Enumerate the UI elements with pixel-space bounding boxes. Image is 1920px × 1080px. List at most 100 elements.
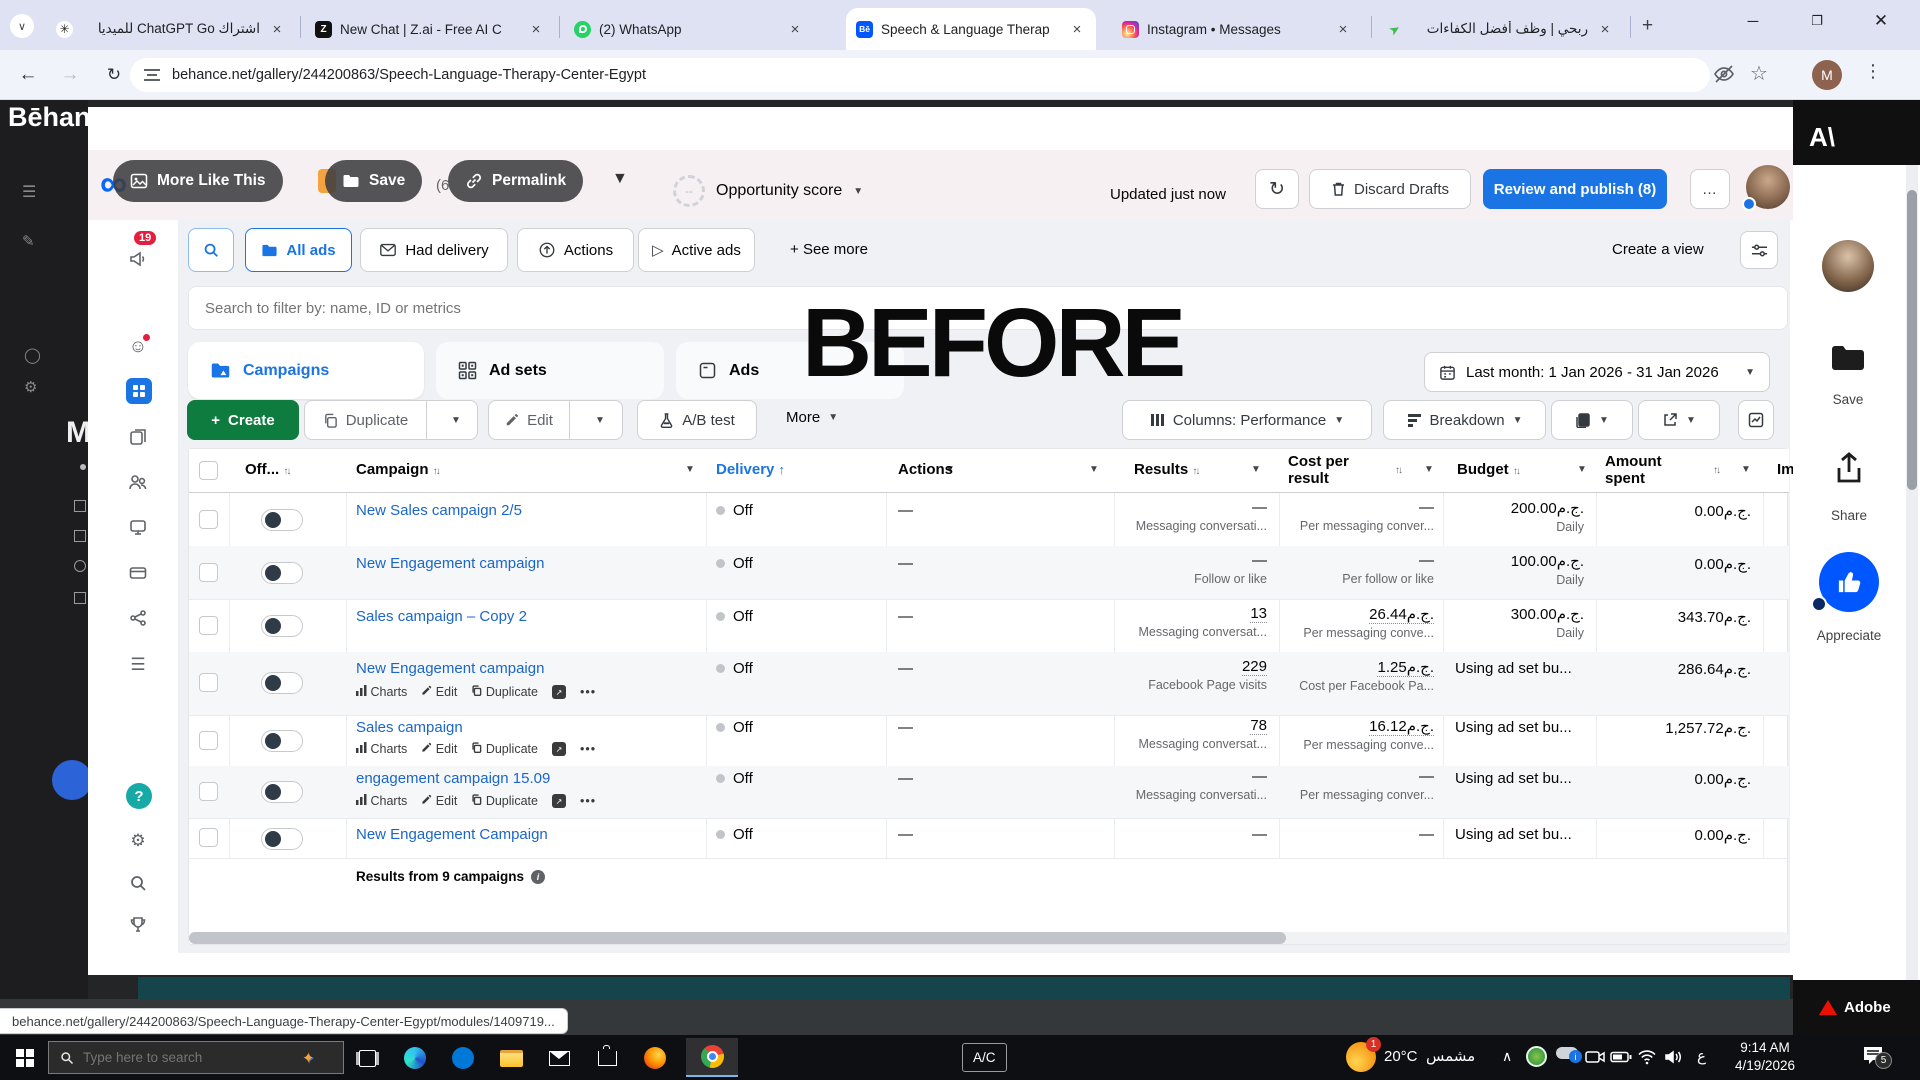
charts-panel-button[interactable] bbox=[1738, 400, 1774, 440]
optimizations-trophy-icon[interactable] bbox=[126, 913, 150, 937]
duplicate-action[interactable]: Duplicate bbox=[471, 685, 538, 699]
search-nav-icon[interactable] bbox=[126, 871, 150, 895]
campaign-filter-icon[interactable]: ▼ bbox=[685, 464, 695, 475]
col-budget[interactable]: Budget ↑↓ bbox=[1457, 461, 1519, 478]
date-range-picker[interactable]: Last month: 1 Jan 2026 - 31 Jan 2026 ▼ bbox=[1424, 352, 1770, 392]
col-actions[interactable]: Actions bbox=[898, 461, 953, 478]
account-quality-smiley-icon[interactable]: ☺ bbox=[126, 334, 150, 358]
col-cost-per-result[interactable]: Cost perresult bbox=[1288, 453, 1349, 487]
edit-action[interactable]: Edit bbox=[421, 685, 457, 699]
table-row[interactable]: Sales campaign Charts Edit Duplicate ↗ •… bbox=[189, 715, 1789, 766]
cortana-icon[interactable] bbox=[448, 1043, 478, 1073]
tab-close-icon[interactable]: × bbox=[268, 21, 286, 38]
notification-center-icon[interactable]: 5 bbox=[1862, 1045, 1884, 1065]
edit-action[interactable]: Edit bbox=[421, 794, 457, 808]
col-impressions[interactable]: Im bbox=[1777, 461, 1793, 478]
tab-close-icon[interactable]: × bbox=[1068, 21, 1086, 38]
browser-tab-zai[interactable]: Z New Chat | Z.ai - Free AI C × bbox=[305, 8, 555, 50]
table-row[interactable]: New Engagement Campaign Off — — — Using … bbox=[189, 818, 1789, 858]
antivirus-tray-icon[interactable] bbox=[1526, 1046, 1547, 1067]
weather-desc[interactable]: مشمس bbox=[1426, 1047, 1475, 1065]
review-publish-button[interactable]: Review and publish (8) bbox=[1483, 169, 1667, 209]
campaign-toggle[interactable] bbox=[261, 562, 303, 584]
more-menu-button[interactable]: More▼ bbox=[786, 409, 838, 426]
back-icon[interactable]: ← bbox=[14, 61, 42, 89]
edit-action[interactable]: Edit bbox=[421, 742, 457, 756]
campaign-name-link[interactable]: New Engagement campaign bbox=[356, 555, 544, 572]
row-hover-actions[interactable]: Charts Edit Duplicate ↗ ••• bbox=[356, 742, 596, 756]
edit-split-button[interactable]: Edit ▼ bbox=[488, 400, 623, 440]
col-amount-spent[interactable]: Amountspent bbox=[1605, 453, 1662, 487]
campaign-name-link[interactable]: Sales campaign bbox=[356, 719, 463, 736]
notifications-horn-icon[interactable] bbox=[126, 247, 150, 271]
col-delivery[interactable]: Delivery ↑ bbox=[716, 461, 785, 478]
tab-campaigns[interactable]: Campaigns bbox=[188, 342, 424, 399]
more-options-button[interactable]: … bbox=[1690, 169, 1730, 209]
task-view-button[interactable] bbox=[352, 1043, 382, 1073]
tray-expand-icon[interactable]: ∧ bbox=[1502, 1048, 1512, 1065]
site-info-icon[interactable] bbox=[144, 69, 160, 81]
row-more-icon[interactable]: ••• bbox=[580, 685, 596, 699]
browser-tab-chatgpt[interactable]: ✳ اشتراك ChatGPT Go للميديا × bbox=[46, 8, 296, 50]
window-close-button[interactable]: ✕ bbox=[1858, 0, 1904, 42]
campaign-name-link[interactable]: engagement campaign 15.09 bbox=[356, 770, 550, 787]
export-button[interactable]: ▼ bbox=[1638, 400, 1720, 440]
campaign-toggle[interactable] bbox=[261, 730, 303, 752]
row-more-icon[interactable]: ••• bbox=[580, 794, 596, 808]
weather-temp[interactable]: 20°C bbox=[1384, 1048, 1418, 1065]
campaign-toggle[interactable] bbox=[261, 615, 303, 637]
row-checkbox[interactable] bbox=[199, 782, 218, 801]
duplicate-dropdown-icon[interactable]: ▼ bbox=[435, 415, 477, 426]
amount-filter-icon[interactable]: ▼ bbox=[1741, 464, 1751, 475]
tab-close-icon[interactable]: × bbox=[786, 21, 804, 38]
billing-card-icon[interactable] bbox=[126, 561, 150, 585]
breakdown-button[interactable]: Breakdown ▼ bbox=[1383, 400, 1546, 440]
eye-off-icon[interactable] bbox=[1712, 62, 1736, 86]
chrome-menu-icon[interactable]: ⋮ bbox=[1864, 61, 1882, 82]
amount-sort-icon[interactable]: ↑↓ bbox=[1713, 465, 1719, 476]
filter-had-delivery[interactable]: Had delivery bbox=[360, 228, 508, 272]
create-a-view[interactable]: Create a view bbox=[1612, 241, 1704, 258]
campaign-toggle[interactable] bbox=[261, 509, 303, 531]
browser-scrollbar[interactable] bbox=[1906, 165, 1918, 980]
create-button[interactable]: +Create bbox=[187, 400, 299, 440]
save-project-button[interactable] bbox=[1830, 342, 1866, 374]
clock[interactable]: 9:14 AM 4/19/2026 bbox=[1726, 1039, 1804, 1075]
edit-dropdown-icon[interactable]: ▼ bbox=[578, 415, 622, 426]
window-minimize-button[interactable]: ─ bbox=[1730, 0, 1776, 42]
events-manager-icon[interactable] bbox=[126, 606, 150, 630]
filter-active-ads[interactable]: ▷ Active ads bbox=[638, 228, 755, 272]
table-row[interactable]: Sales campaign – Copy 2 Off — 13Messagin… bbox=[189, 599, 1789, 652]
campaigns-nav-icon[interactable] bbox=[126, 378, 152, 404]
settings-gear-icon[interactable]: ⚙ bbox=[126, 829, 150, 853]
bookmark-star-icon[interactable]: ☆ bbox=[1750, 61, 1768, 86]
duplicate-action[interactable]: Duplicate bbox=[471, 794, 538, 808]
new-tab-button[interactable]: + bbox=[1642, 15, 1653, 37]
ab-test-button[interactable]: A/B test bbox=[637, 400, 757, 440]
table-row[interactable]: New Engagement campaign Off — —Follow or… bbox=[189, 546, 1789, 599]
table-row[interactable]: New Engagement campaign Charts Edit Dupl… bbox=[189, 652, 1789, 715]
tab-close-icon[interactable]: × bbox=[1334, 21, 1352, 38]
cost-filter-icon[interactable]: ▼ bbox=[1424, 464, 1434, 475]
row-hover-actions[interactable]: Charts Edit Duplicate ↗ ••• bbox=[356, 794, 596, 808]
row-checkbox[interactable] bbox=[199, 616, 218, 635]
reload-icon[interactable]: ↻ bbox=[100, 61, 128, 89]
ads-reporting-icon[interactable] bbox=[126, 425, 150, 449]
edit-button[interactable]: Edit bbox=[489, 401, 570, 439]
search-filter-button[interactable] bbox=[188, 228, 234, 272]
overlay-dropdown-icon[interactable]: ▼ bbox=[612, 170, 628, 188]
browser-tab-behance-active[interactable]: Bē Speech & Language Therap × bbox=[846, 8, 1096, 50]
duplicate-button[interactable]: Duplicate bbox=[305, 401, 427, 439]
firefox-icon[interactable] bbox=[640, 1043, 670, 1073]
row-checkbox[interactable] bbox=[199, 673, 218, 692]
row-checkbox[interactable] bbox=[199, 563, 218, 582]
open-in-icon[interactable]: ↗ bbox=[552, 742, 566, 756]
all-tools-menu-icon[interactable]: ☰ bbox=[126, 653, 150, 677]
ac-taskbar-item[interactable]: A/C bbox=[962, 1043, 1007, 1072]
budget-filter-icon[interactable]: ▼ bbox=[1577, 464, 1587, 475]
store-icon[interactable] bbox=[592, 1043, 622, 1073]
taskbar-search-box[interactable]: ✦ bbox=[48, 1041, 344, 1074]
campaign-name-link[interactable]: New Sales campaign 2/5 bbox=[356, 502, 522, 519]
campaign-name-link[interactable]: Sales campaign – Copy 2 bbox=[356, 608, 527, 625]
tab-search-chevron-icon[interactable]: ∨ bbox=[10, 14, 34, 38]
